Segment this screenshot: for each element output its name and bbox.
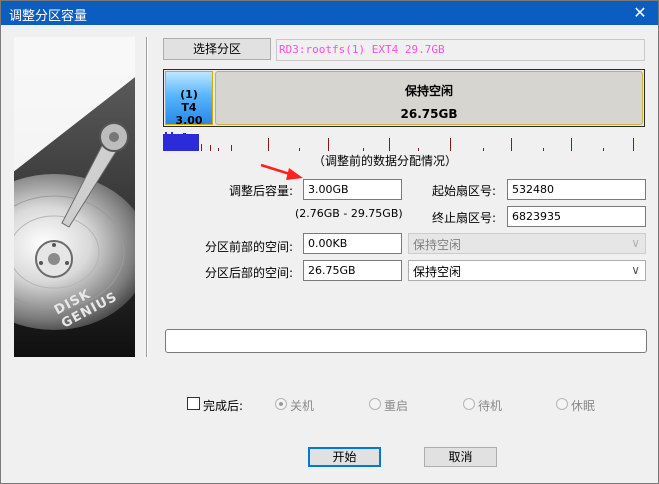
radio-restart <box>369 398 381 410</box>
radio-shutdown <box>275 398 287 410</box>
radio-standby <box>463 398 475 410</box>
annotation-arrow-icon <box>260 163 303 180</box>
space-before-select: 保持空闲 ∨ <box>408 233 646 254</box>
disk-genius-logo-image: DISK GENIUS <box>14 37 135 357</box>
after-completion-label: 完成后: <box>203 399 244 413</box>
vertical-separator <box>146 37 148 357</box>
space-before-input[interactable] <box>303 233 402 254</box>
end-sector-label: 终止扇区号: <box>432 211 497 225</box>
select-partition-button[interactable]: 选择分区 <box>163 38 271 60</box>
chevron-down-icon[interactable]: ∨ <box>631 263 640 277</box>
used-segment-label-1: (1) <box>180 88 198 101</box>
partition-used-segment[interactable]: (1) T4 3.00 <box>165 71 213 127</box>
free-segment-title: 保持空闲 <box>404 84 453 98</box>
data-distribution-caption: （调整前的数据分配情况） <box>313 154 458 168</box>
partition-free-segment[interactable]: 保持空闲 26.75GB <box>215 71 643 125</box>
space-after-label: 分区后部的空间: <box>205 266 294 280</box>
radio-restart-label: 重启 <box>384 399 409 413</box>
window-title: 调整分区容量 <box>9 9 88 24</box>
space-before-selected: 保持空闲 <box>413 238 462 252</box>
data-distribution-histogram <box>163 132 634 151</box>
space-before-label: 分区前部的空间: <box>205 240 294 254</box>
progress-bar <box>165 329 647 353</box>
space-after-input[interactable] <box>303 260 402 281</box>
start-sector-label: 起始扇区号: <box>432 184 497 198</box>
radio-shutdown-label: 关机 <box>290 399 315 413</box>
start-button[interactable]: 开始 <box>308 447 381 467</box>
partition-map: (1) T4 3.00 保持空闲 26.75GB <box>163 69 645 127</box>
radio-standby-label: 待机 <box>478 399 503 413</box>
space-after-selected: 保持空闲 <box>413 265 462 279</box>
after-completion-checkbox[interactable] <box>187 397 200 410</box>
cancel-button[interactable]: 取消 <box>424 447 497 467</box>
chevron-down-icon: ∨ <box>631 236 640 250</box>
space-after-select[interactable]: 保持空闲 ∨ <box>408 260 646 281</box>
size-after-input[interactable] <box>303 179 402 200</box>
close-icon[interactable]: ✕ <box>630 3 650 23</box>
radio-hibernate-label: 休眠 <box>571 399 596 413</box>
size-range-hint: (2.76GB - 29.75GB) <box>295 207 403 220</box>
free-segment-size: 26.75GB <box>400 107 458 121</box>
title-bar[interactable]: 调整分区容量 ✕ <box>1 1 658 25</box>
radio-hibernate <box>556 398 568 410</box>
used-segment-label-2: T4 3.00 <box>175 101 203 127</box>
partition-info-field: RD3:rootfs(1) EXT4 29.7GB <box>276 39 645 61</box>
end-sector-input[interactable] <box>507 206 646 227</box>
size-after-label: 调整后容量: <box>229 184 294 198</box>
adjust-partition-dialog: 调整分区容量 ✕ DISK GENIUS 选择分区 RD3:rootfs(1) … <box>0 0 659 484</box>
start-sector-input[interactable] <box>507 179 646 200</box>
